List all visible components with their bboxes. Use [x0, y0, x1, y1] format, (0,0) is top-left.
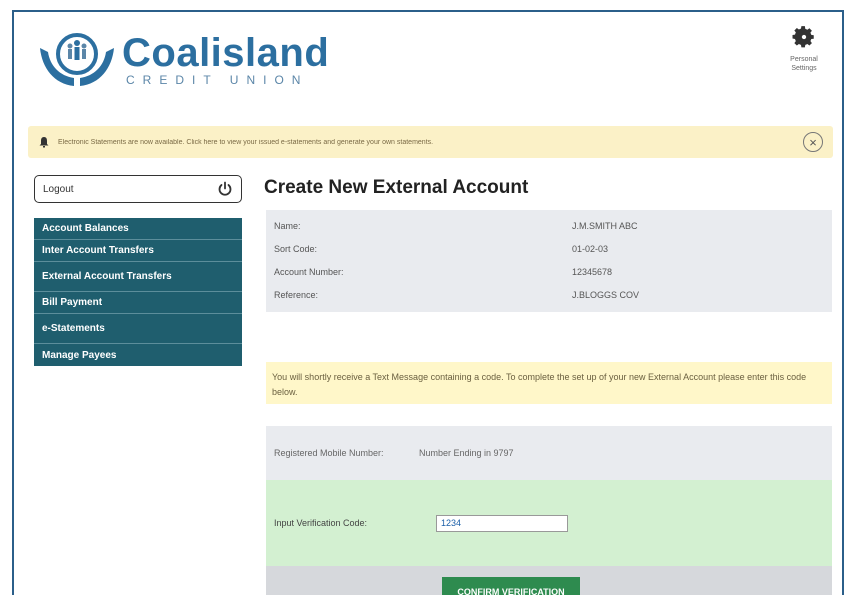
bell-icon: [39, 137, 49, 148]
power-icon: [218, 181, 232, 196]
close-icon[interactable]: ×: [803, 132, 823, 152]
confirm-verification-button[interactable]: CONFIRM VERIFICATION: [442, 577, 580, 595]
sidebar-item-inter-account-transfers[interactable]: Inter Account Transfers: [34, 240, 242, 262]
notice-text[interactable]: Electronic Statements are now available.…: [58, 139, 778, 146]
actions-bar: CONFIRM VERIFICATION: [266, 566, 832, 595]
preferences-label: Personal Settings: [790, 56, 818, 72]
gear-icon: [792, 26, 814, 48]
sidebar-item-bill-payment[interactable]: Bill Payment: [34, 292, 242, 314]
mobile-value: Number Ending in 9797: [419, 448, 514, 458]
detail-row-reference: Reference: J.BLOGGS COV: [266, 283, 832, 306]
detail-value: 01-02-03: [572, 243, 609, 254]
info-message: You will shortly receive a Text Message …: [266, 362, 832, 404]
logout-label: Logout: [43, 183, 74, 195]
preferences-button[interactable]: Personal Settings: [778, 24, 830, 73]
logo-hands-icon: [40, 33, 114, 86]
mobile-number-row: Registered Mobile Number: Number Ending …: [266, 426, 832, 480]
detail-row-account-number: Account Number: 12345678: [266, 260, 832, 283]
detail-row-sort-code: Sort Code: 01-02-03: [266, 237, 832, 260]
sidebar-item-manage-payees[interactable]: Manage Payees: [34, 344, 242, 366]
logout-button[interactable]: Logout: [34, 175, 242, 203]
brand-name: Coalisland: [122, 31, 330, 75]
logo[interactable]: Coalisland CREDIT UNION: [36, 28, 329, 92]
detail-value: J.BLOGGS COV: [572, 289, 640, 300]
page-frame: Coalisland CREDIT UNION Personal Setting…: [12, 10, 844, 595]
detail-value: 12345678: [572, 266, 613, 277]
brand-tagline: CREDIT UNION: [126, 73, 309, 87]
page-title: Create New External Account: [264, 177, 529, 198]
sidebar-item-e-statements[interactable]: e-Statements: [34, 314, 242, 344]
detail-label: Sort Code:: [274, 243, 318, 254]
sidebar-item-account-balances[interactable]: Account Balances: [34, 218, 242, 240]
notice-banner: Electronic Statements are now available.…: [28, 126, 833, 158]
verification-label: Input Verification Code:: [274, 518, 368, 528]
detail-value: J.M.SMITH ABC: [572, 220, 638, 231]
account-details: Name: J.M.SMITH ABC Sort Code: 01-02-03 …: [266, 210, 832, 312]
verification-row: Input Verification Code:: [266, 480, 832, 566]
verification-code-input[interactable]: [436, 514, 568, 532]
mobile-label: Registered Mobile Number:: [274, 447, 384, 458]
detail-label: Name:: [274, 220, 301, 231]
detail-row-name: Name: J.M.SMITH ABC: [266, 214, 832, 237]
sidebar-item-external-account-transfers[interactable]: External Account Transfers: [34, 262, 242, 292]
detail-label: Account Number:: [274, 266, 344, 277]
sidebar-nav: Account Balances Inter Account Transfers…: [34, 218, 242, 366]
detail-label: Reference:: [274, 289, 319, 300]
